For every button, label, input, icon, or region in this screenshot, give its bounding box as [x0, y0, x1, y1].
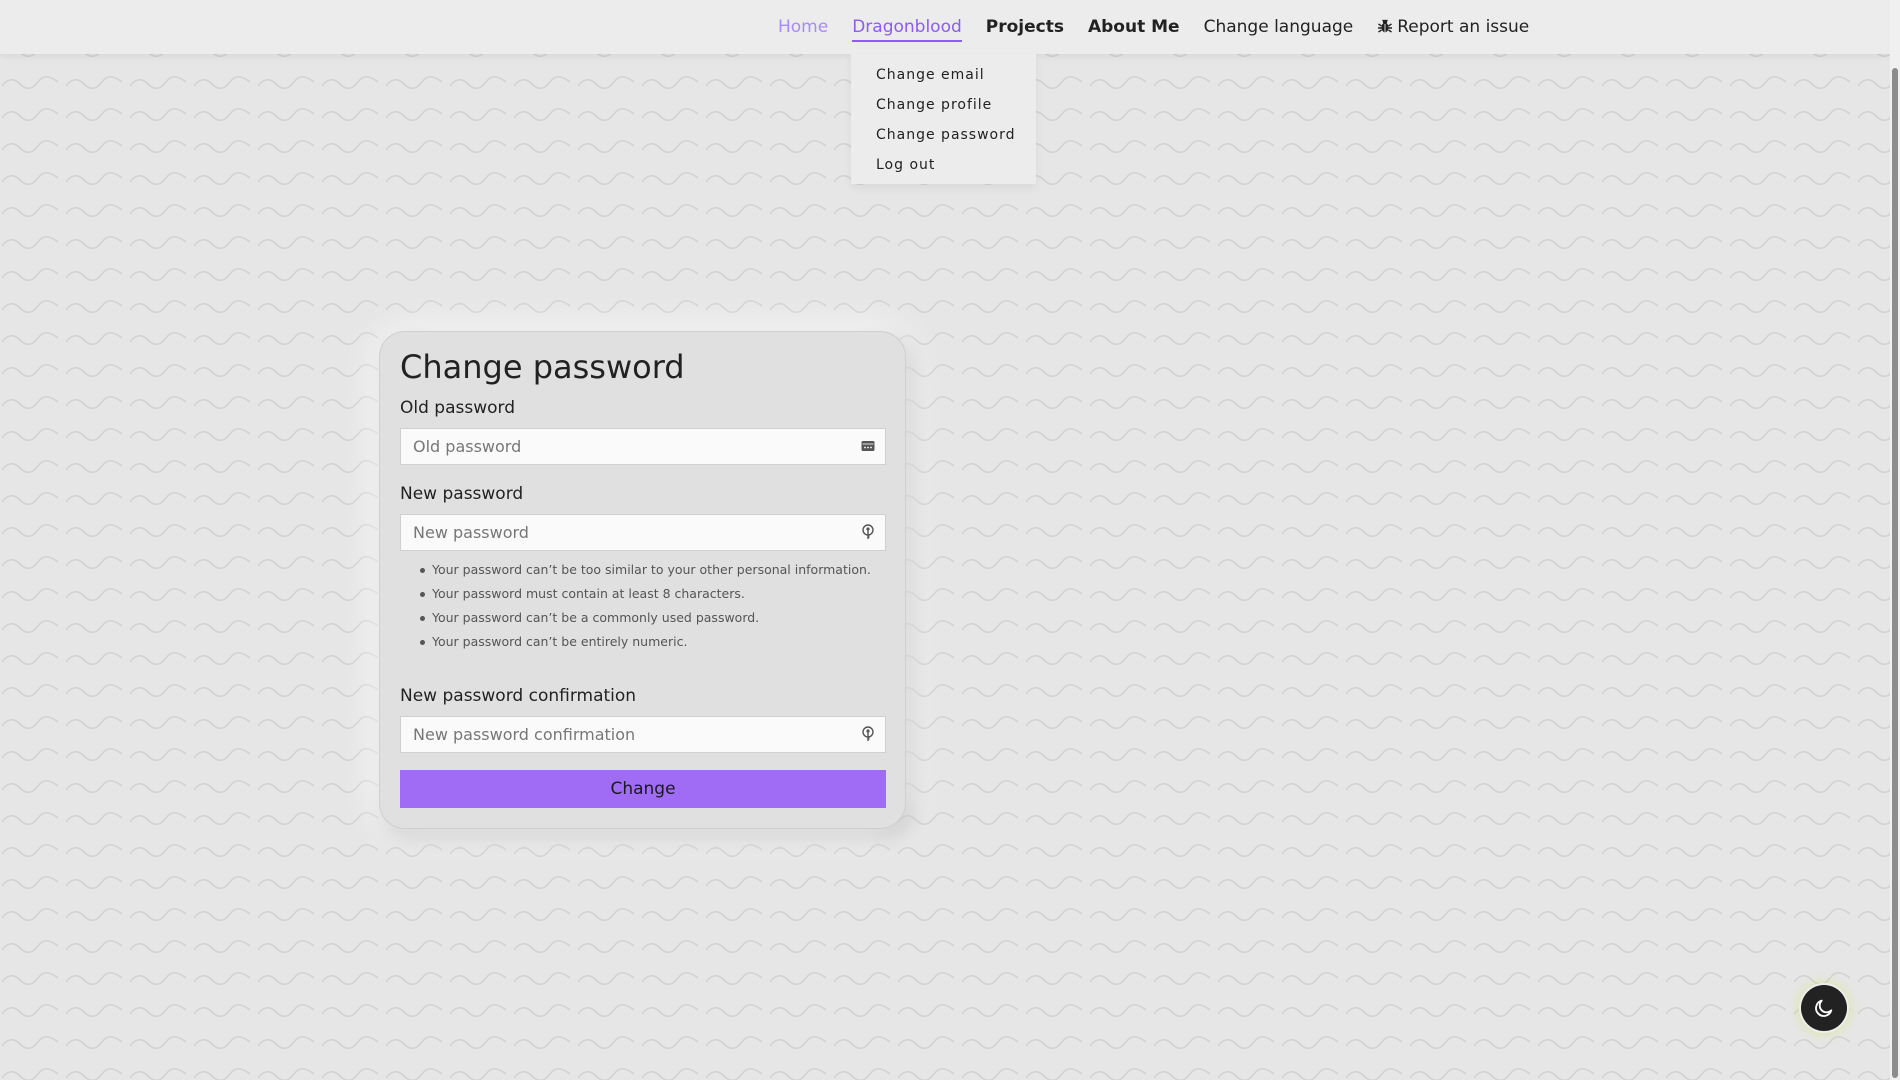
password-hint: Your password can’t be a commonly used p…	[420, 606, 920, 630]
scrollbar[interactable]	[1890, 0, 1900, 1080]
nav-report-issue[interactable]: Report an issue	[1377, 17, 1529, 37]
old-password-input[interactable]	[401, 429, 853, 464]
confirm-password-input[interactable]	[401, 717, 853, 752]
password-requirements-list: Your password can’t be too similar to yo…	[400, 558, 920, 654]
theme-toggle-button[interactable]	[1801, 985, 1847, 1031]
password-hint: Your password must contain at least 8 ch…	[420, 582, 920, 606]
menu-item-change-email[interactable]: Change email	[851, 60, 1036, 90]
menu-item-log-out[interactable]: Log out	[851, 150, 1036, 180]
key-icon	[862, 524, 874, 539]
menu-item-change-profile[interactable]: Change profile	[851, 90, 1036, 120]
moon-icon	[1815, 999, 1833, 1017]
password-manager-icon	[861, 441, 875, 451]
password-hint: Your password can’t be entirely numeric.	[420, 630, 920, 654]
nav-about[interactable]: About Me	[1088, 17, 1180, 37]
nav-report-label: Report an issue	[1397, 17, 1530, 37]
nav-user-menu[interactable]: Dragonblood	[852, 17, 962, 42]
key-icon	[862, 726, 874, 741]
page-title: Change password	[400, 348, 685, 386]
menu-item-change-password[interactable]: Change password	[851, 120, 1036, 150]
change-password-card: Change password Old password New passwor…	[379, 331, 906, 829]
bug-icon	[1378, 19, 1393, 33]
scrollbar-thumb[interactable]	[1892, 68, 1898, 1078]
nav-home[interactable]: Home	[778, 17, 828, 37]
new-password-input[interactable]	[401, 515, 853, 550]
nav-change-language[interactable]: Change language	[1204, 17, 1354, 37]
confirm-password-label: New password confirmation	[400, 686, 637, 706]
new-password-field	[400, 514, 886, 551]
nav-links: Home Dragonblood Projects About Me Chang…	[778, 0, 1529, 54]
change-button[interactable]: Change	[400, 770, 886, 808]
nav-projects[interactable]: Projects	[986, 17, 1064, 37]
user-dropdown-menu: Change email Change profile Change passw…	[851, 54, 1036, 184]
password-hint: Your password can’t be too similar to yo…	[420, 558, 920, 582]
new-password-label: New password	[400, 484, 524, 504]
old-password-field	[400, 428, 886, 465]
confirm-password-field	[400, 716, 886, 753]
old-password-label: Old password	[400, 398, 516, 418]
navbar: Home Dragonblood Projects About Me Chang…	[0, 0, 1890, 54]
